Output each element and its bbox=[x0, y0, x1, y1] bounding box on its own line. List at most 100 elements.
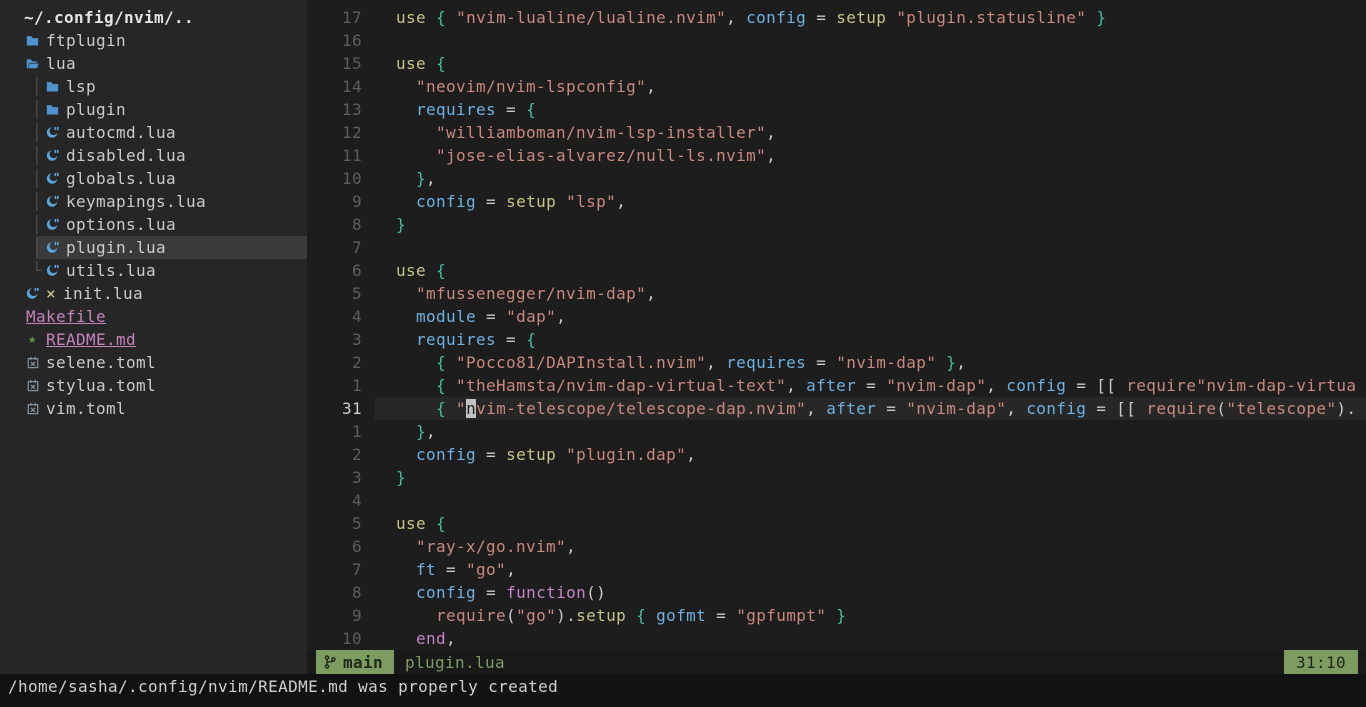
code-line[interactable]: 4 bbox=[307, 489, 1366, 512]
code-line[interactable]: 17use { "nvim-lualine/lualine.nvim", con… bbox=[307, 6, 1366, 29]
code-line[interactable]: 5use { bbox=[307, 512, 1366, 535]
line-number: 4 bbox=[307, 489, 375, 512]
line-number: 10 bbox=[307, 627, 375, 650]
x-mark-icon: × bbox=[46, 282, 56, 305]
tree-item-label: utils.lua bbox=[66, 259, 156, 282]
tree-item-lsp[interactable]: │lsp bbox=[0, 75, 307, 98]
code-text: { "nvim-telescope/telescope-dap.nvim", a… bbox=[396, 397, 1356, 420]
code-line[interactable]: 13 requires = { bbox=[307, 98, 1366, 121]
code-text: config = setup "lsp", bbox=[396, 190, 626, 213]
git-branch-icon bbox=[324, 655, 336, 669]
code-text: require("go").setup { gofmt = "gpfumpt" … bbox=[396, 604, 846, 627]
code-text: "mfussenegger/nvim-dap", bbox=[396, 282, 656, 305]
tree-item-readme-md[interactable]: ★README.md bbox=[0, 328, 307, 351]
tree-item-stylua-toml[interactable]: stylua.toml bbox=[0, 374, 307, 397]
code-line[interactable]: 1 { "theHamsta/nvim-dap-virtual-text", a… bbox=[307, 374, 1366, 397]
lua-icon bbox=[46, 241, 59, 254]
indent-guide: │ bbox=[32, 75, 46, 98]
code-text: module = "dap", bbox=[396, 305, 566, 328]
line-number: 5 bbox=[307, 282, 375, 305]
code-line[interactable]: 7 bbox=[307, 236, 1366, 259]
code-line[interactable]: 7 ft = "go", bbox=[307, 558, 1366, 581]
code-line[interactable]: 5 "mfussenegger/nvim-dap", bbox=[307, 282, 1366, 305]
tree-item-label: plugin.lua bbox=[66, 236, 166, 259]
tree-item-init-lua[interactable]: ×init.lua bbox=[0, 282, 307, 305]
folder-closed-icon bbox=[26, 34, 39, 47]
code-line[interactable]: 11 "jose-elias-alvarez/null-ls.nvim", bbox=[307, 144, 1366, 167]
lua-icon bbox=[46, 126, 59, 139]
line-number: 10 bbox=[307, 167, 375, 190]
code-line[interactable]: 3} bbox=[307, 466, 1366, 489]
code-line[interactable]: 3 requires = { bbox=[307, 328, 1366, 351]
tree-item-lua[interactable]: lua bbox=[0, 52, 307, 75]
code-line[interactable]: 10 end, bbox=[307, 627, 1366, 650]
tree-item-vim-toml[interactable]: vim.toml bbox=[0, 397, 307, 420]
tree-item-ftplugin[interactable]: ftplugin bbox=[0, 29, 307, 52]
tree-item-label: lua bbox=[46, 52, 76, 75]
lua-icon bbox=[46, 264, 59, 277]
code-line[interactable]: 14 "neovim/nvim-lspconfig", bbox=[307, 75, 1366, 98]
code-line[interactable]: 4 module = "dap", bbox=[307, 305, 1366, 328]
code-line[interactable]: 9 config = setup "lsp", bbox=[307, 190, 1366, 213]
cursor-position: 31:10 bbox=[1284, 650, 1358, 674]
tree-item-disabled-lua[interactable]: │disabled.lua bbox=[0, 144, 307, 167]
line-number: 15 bbox=[307, 52, 375, 75]
code-text: ft = "go", bbox=[396, 558, 516, 581]
indent-guide: │ bbox=[32, 213, 46, 236]
code-line[interactable]: 8 config = function() bbox=[307, 581, 1366, 604]
code-text: requires = { bbox=[396, 328, 536, 351]
message-text: /home/sasha/.config/nvim/README.md was p… bbox=[8, 674, 558, 700]
code-line[interactable]: 2 config = setup "plugin.dap", bbox=[307, 443, 1366, 466]
statusline-filename: plugin.lua bbox=[405, 653, 505, 672]
tree-item-autocmd-lua[interactable]: │autocmd.lua bbox=[0, 121, 307, 144]
tree-item-options-lua[interactable]: │ options.lua bbox=[0, 213, 307, 236]
tree-item-utils-lua[interactable]: └ utils.lua bbox=[0, 259, 307, 282]
line-number: 6 bbox=[307, 259, 375, 282]
tree-item-label: selene.toml bbox=[46, 351, 156, 374]
command-message-line: /home/sasha/.config/nvim/README.md was p… bbox=[0, 674, 1366, 707]
tree-item-keymapings-lua[interactable]: │keymapings.lua bbox=[0, 190, 307, 213]
code-line[interactable]: 8} bbox=[307, 213, 1366, 236]
cursor-block: n bbox=[466, 399, 476, 418]
code-line[interactable]: 12 "williamboman/nvim-lsp-installer", bbox=[307, 121, 1366, 144]
code-line[interactable]: 15 use { bbox=[307, 52, 1366, 75]
code-text: use { bbox=[396, 52, 446, 75]
line-number: 9 bbox=[307, 604, 375, 627]
tree-item-globals-lua[interactable]: │globals.lua bbox=[0, 167, 307, 190]
code-line[interactable]: 1 }, bbox=[307, 420, 1366, 443]
code-text: use { "nvim-lualine/lualine.nvim", confi… bbox=[396, 6, 1106, 29]
code-line[interactable]: 16 bbox=[307, 29, 1366, 52]
code-text: "jose-elias-alvarez/null-ls.nvim", bbox=[396, 144, 776, 167]
code-line[interactable]: 6 use { bbox=[307, 259, 1366, 282]
indent-guide: │ bbox=[32, 236, 46, 259]
code-text: "neovim/nvim-lspconfig", bbox=[396, 75, 656, 98]
code-line-current[interactable]: 31 { "nvim-telescope/telescope-dap.nvim"… bbox=[307, 397, 1366, 420]
git-branch-segment: main bbox=[316, 650, 394, 674]
code-line[interactable]: 2 { "Pocco81/DAPInstall.nvim", requires … bbox=[307, 351, 1366, 374]
code-text: { "theHamsta/nvim-dap-virtual-text", aft… bbox=[396, 374, 1356, 397]
lua-icon bbox=[26, 287, 39, 300]
line-number: 31 bbox=[307, 397, 375, 420]
code-line[interactable]: 10 }, bbox=[307, 167, 1366, 190]
tree-item-label: stylua.toml bbox=[46, 374, 156, 397]
file-explorer-sidebar: ~/.config/nvim/.. ftpluginlua│lsp│plugin… bbox=[0, 0, 307, 674]
toml-icon bbox=[26, 402, 39, 415]
tree-item-plugin[interactable]: │plugin bbox=[0, 98, 307, 121]
tree-item-label: options.lua bbox=[66, 213, 176, 236]
line-number: 6 bbox=[307, 535, 375, 558]
code-line[interactable]: 9 require("go").setup { gofmt = "gpfumpt… bbox=[307, 604, 1366, 627]
code-text: } bbox=[396, 213, 406, 236]
indent-guide: └ bbox=[32, 259, 46, 282]
code-text: requires = { bbox=[396, 98, 536, 121]
line-number: 8 bbox=[307, 213, 375, 236]
tree-item-plugin-lua[interactable]: │ plugin.lua bbox=[0, 236, 307, 259]
line-number: 16 bbox=[307, 29, 375, 52]
code-line[interactable]: 6 "ray-x/go.nvim", bbox=[307, 535, 1366, 558]
tree-item-makefile[interactable]: Makefile bbox=[0, 305, 307, 328]
tree-item-selene-toml[interactable]: selene.toml bbox=[0, 351, 307, 374]
folder-open-icon bbox=[26, 57, 39, 70]
code-text: use { bbox=[396, 259, 446, 282]
tree-item-label: vim.toml bbox=[46, 397, 126, 420]
code-editor[interactable]: 17use { "nvim-lualine/lualine.nvim", con… bbox=[307, 0, 1366, 650]
tree-item-label: README.md bbox=[46, 328, 136, 351]
